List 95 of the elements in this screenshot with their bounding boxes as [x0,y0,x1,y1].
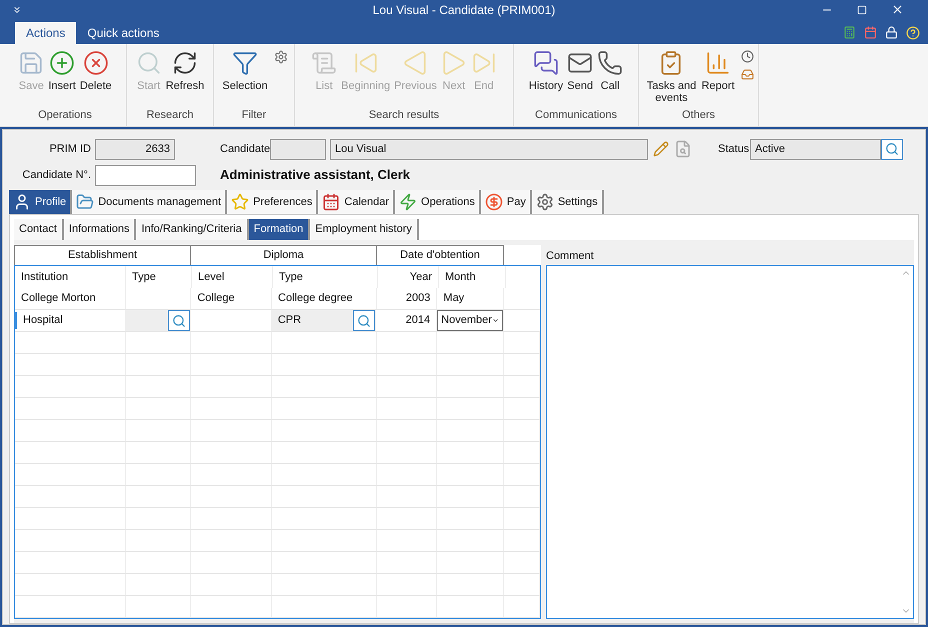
field-label: Candidate N°. [21,168,91,183]
candidate-field[interactable]: Lou Visual [330,138,648,160]
tab[interactable]: Operations [395,190,481,214]
group-label: Operations [37,108,93,122]
star-icon [231,193,250,211]
lightning-icon [399,193,418,211]
search-button[interactable] [881,138,903,160]
ribbon-tab[interactable]: Actions [15,22,76,44]
phone-icon [597,50,624,76]
pencil-icon[interactable] [653,141,669,157]
search-icon [172,314,186,328]
right-triangle-icon [440,50,467,76]
person-icon [13,193,31,211]
tab[interactable]: Profile [9,190,72,214]
tab[interactable]: Calendar [318,190,396,214]
tab[interactable]: Pay [480,190,532,214]
tab[interactable]: Preferences [227,190,318,214]
cell-text: College [196,291,235,306]
ribbon-button[interactable]: Delete [78,44,114,106]
chat-icon [532,50,559,76]
lock-icon[interactable] [885,26,898,39]
search-icon [885,142,899,156]
maximize-icon[interactable] [857,4,867,15]
help-icon[interactable] [906,26,920,40]
save-icon [18,50,44,76]
tab[interactable]: Informations [64,219,136,240]
ribbon-button[interactable]: Tasks and events [643,44,700,106]
column-header: Level [192,266,273,288]
ribbon-button[interactable]: Selection [220,44,270,106]
ribbon-button[interactable]: History [526,44,566,106]
month-dropdown[interactable]: November [437,310,504,331]
tab[interactable]: Info/Ranking/Criteria [136,219,249,240]
close-icon [82,50,109,76]
input-field[interactable] [270,138,326,160]
column-header: Type [126,266,192,288]
field-label: PRIM ID [48,142,91,157]
column-header: Month [439,266,506,288]
comment-field[interactable] [546,265,914,619]
cell-text: 2003 [406,291,430,306]
column-header: Institution [15,266,126,288]
group-label: Filter [240,108,268,122]
window-title: Lou Visual - Candidate (PRIM001) [372,2,556,19]
document-search-icon[interactable] [674,140,692,158]
ribbon-button[interactable]: Refresh [164,44,206,106]
calculator-icon[interactable] [843,26,856,39]
ribbon-button[interactable]: Call [595,44,626,106]
search-button[interactable] [353,310,376,331]
cell-text: College Morton [20,291,96,306]
inbox-icon[interactable] [740,68,754,81]
scroll-icon [311,50,338,76]
search-icon [136,50,162,76]
folder-icon [76,193,94,211]
filter-icon [232,50,258,76]
id-field[interactable]: 2633 [95,138,175,160]
search-button[interactable] [168,310,190,331]
ribbon-button[interactable]: Insert [46,44,78,106]
status-field[interactable]: Active [750,138,881,160]
close-icon[interactable] [891,3,904,16]
field-label: Status [718,142,750,157]
chart-icon [705,50,731,76]
cell-text[interactable]: 2014 [406,312,430,329]
group-label: Research [145,108,195,122]
field-label: Candidate [220,142,270,157]
cell-text: College degree [277,291,353,306]
comment-label: Comment [546,248,595,264]
cell-text-input[interactable]: Hospital [15,312,63,329]
cell-text[interactable]: CPR [272,312,302,329]
column-header: Year [378,266,439,288]
group-label: Others [680,108,716,122]
plus-icon [49,50,76,76]
gear-icon [536,193,554,211]
gear-icon[interactable] [274,50,288,64]
calendar-icon [322,193,340,211]
column-header: Type [273,266,378,288]
tab[interactable]: Documents management [72,190,228,214]
tab[interactable]: Formation [248,219,310,240]
dollar-icon [484,193,503,211]
clock-icon[interactable] [740,50,754,63]
refresh-icon [172,50,198,76]
quick-access-icon [12,4,22,15]
ribbon-tab[interactable]: Quick actions [76,22,170,44]
group-label: Search results [368,108,440,122]
tab[interactable]: Contact [14,219,64,240]
calendar-icon[interactable] [864,26,877,39]
tab[interactable]: Employment history [310,219,419,240]
cell-text: May [442,291,464,306]
input-field[interactable] [95,164,196,186]
tab[interactable]: Settings [532,190,604,214]
position-title: Administrative assistant, Clerk [220,166,410,184]
ribbon-button[interactable]: Send [565,44,596,106]
table-cell[interactable]: CPR [272,310,376,331]
left-triangle-icon [402,50,428,76]
search-icon [357,314,372,328]
ribbon-button[interactable]: Report [699,44,737,106]
group-label: Communications [534,108,618,122]
